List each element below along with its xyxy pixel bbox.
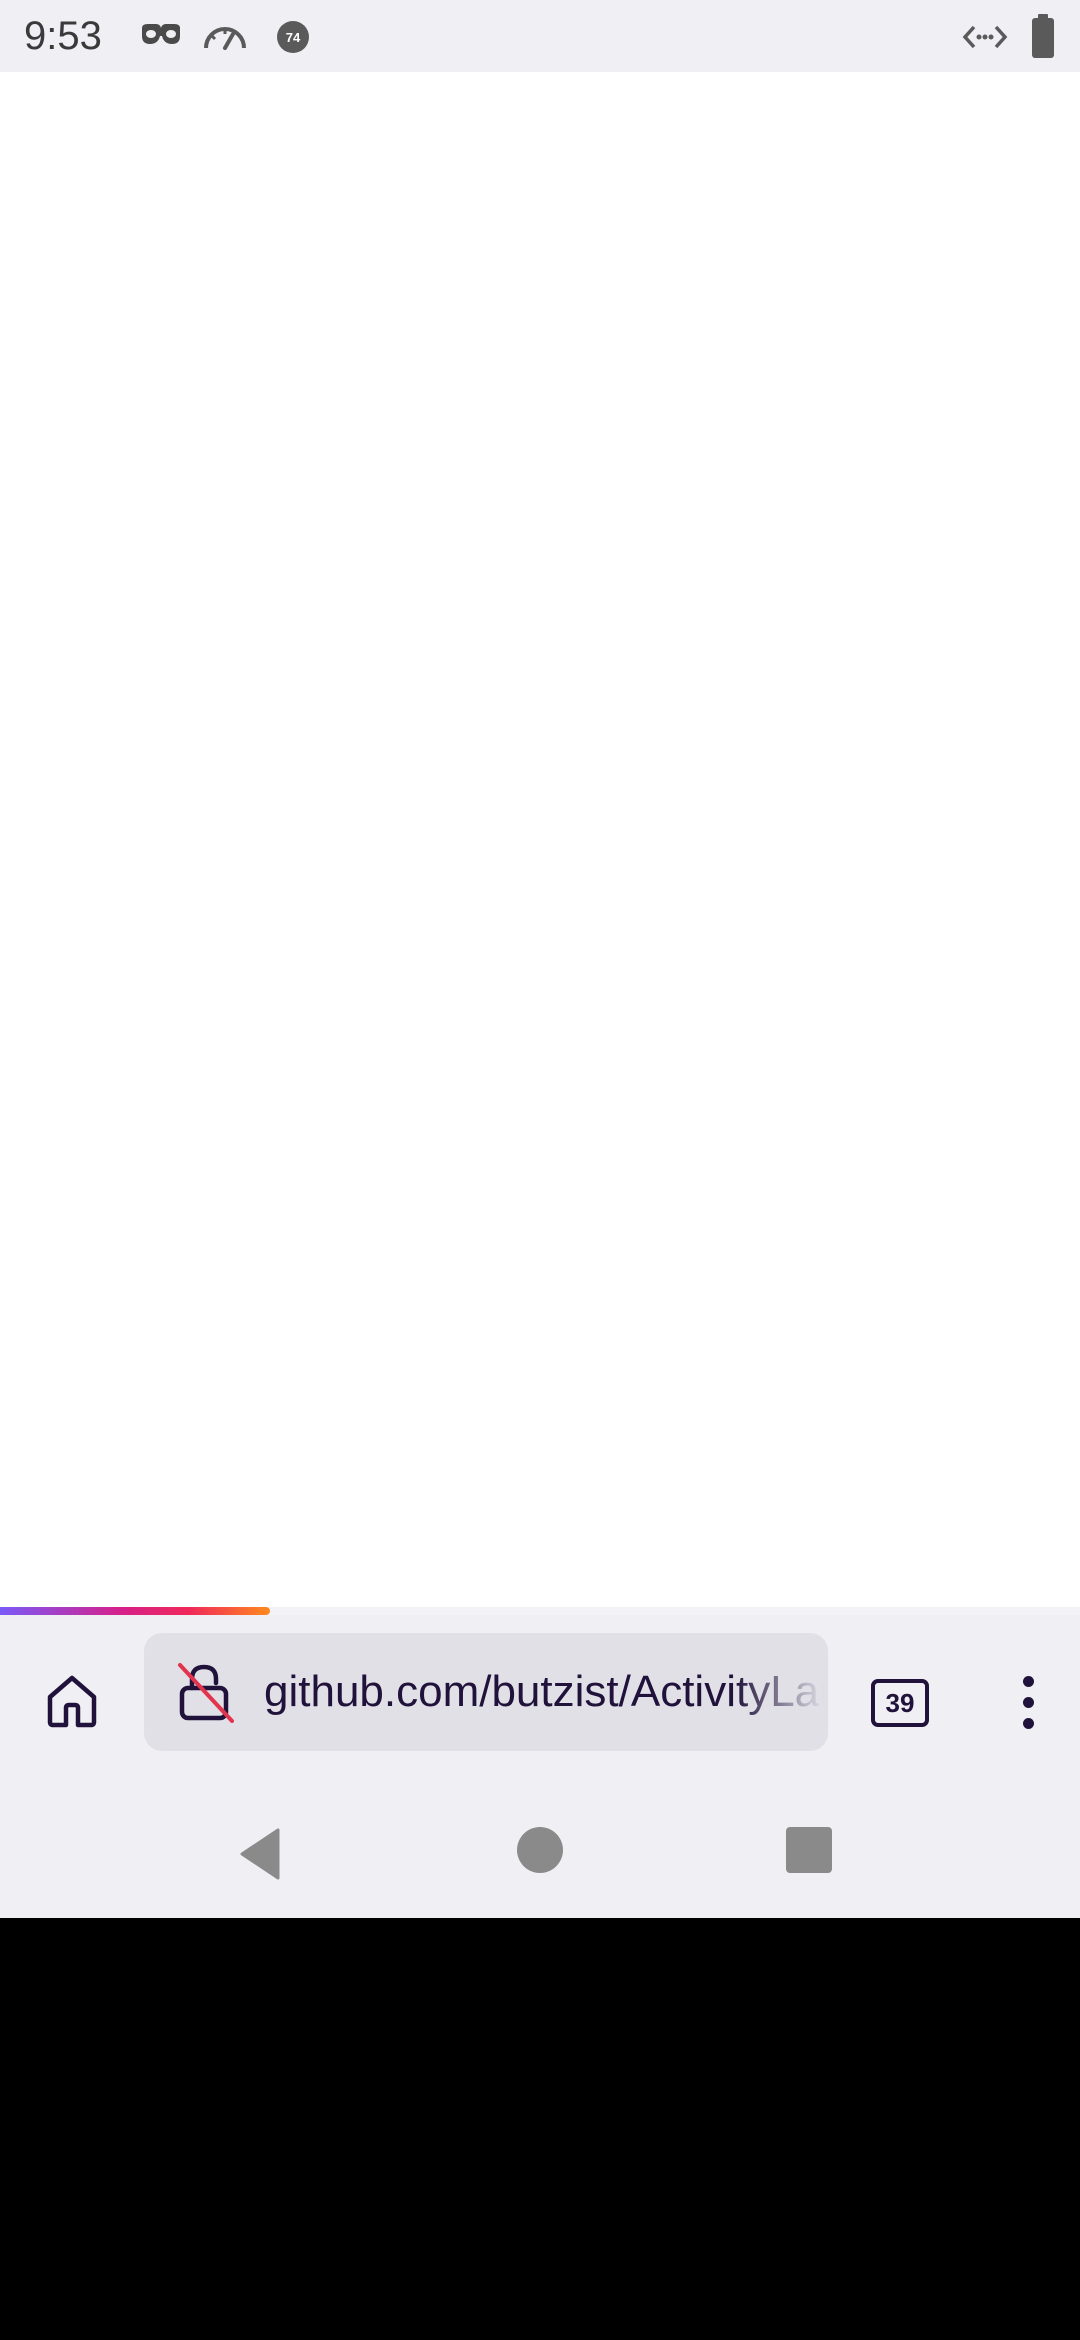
system-navigation-bar (0, 1790, 1080, 1918)
home-circle-icon[interactable] (517, 1827, 563, 1873)
home-icon (42, 1670, 102, 1735)
notification-badge-count: 74 (286, 30, 301, 45)
status-time: 9:53 (24, 14, 102, 58)
address-bar[interactable]: github.com/butzist/ActivityLauncher (144, 1633, 828, 1751)
insecure-lock-icon[interactable] (174, 1661, 236, 1723)
bottom-blank-area (0, 1918, 1080, 2340)
page-load-progress-fill (0, 1607, 270, 1615)
url-text[interactable]: github.com/butzist/ActivityLauncher (264, 1661, 824, 1723)
data-saver-icon (962, 24, 1008, 55)
home-button[interactable] (30, 1660, 114, 1744)
recents-square-icon[interactable] (786, 1827, 832, 1873)
tabs-button[interactable]: 39 (862, 1665, 938, 1741)
web-page-content[interactable] (0, 72, 1080, 1607)
kebab-menu-icon (1022, 1671, 1034, 1734)
phone-screen: 9:53 74 github.com/butzist/ActivityLa 39 (0, 0, 1080, 2340)
notification-badge-icon: 74 (276, 20, 310, 59)
tab-count: 39 (871, 1679, 929, 1727)
battery-icon (1030, 14, 1056, 63)
incognito-mask-icon (140, 22, 182, 53)
browser-toolbar: github.com/butzist/ActivityLauncher 39 (0, 1615, 1080, 1790)
speedometer-icon (202, 20, 248, 57)
menu-button[interactable] (990, 1660, 1066, 1744)
page-load-progress-bar (0, 1607, 1080, 1615)
back-triangle-icon[interactable] (232, 1824, 292, 1884)
status-bar: 9:53 74 (0, 0, 1080, 72)
